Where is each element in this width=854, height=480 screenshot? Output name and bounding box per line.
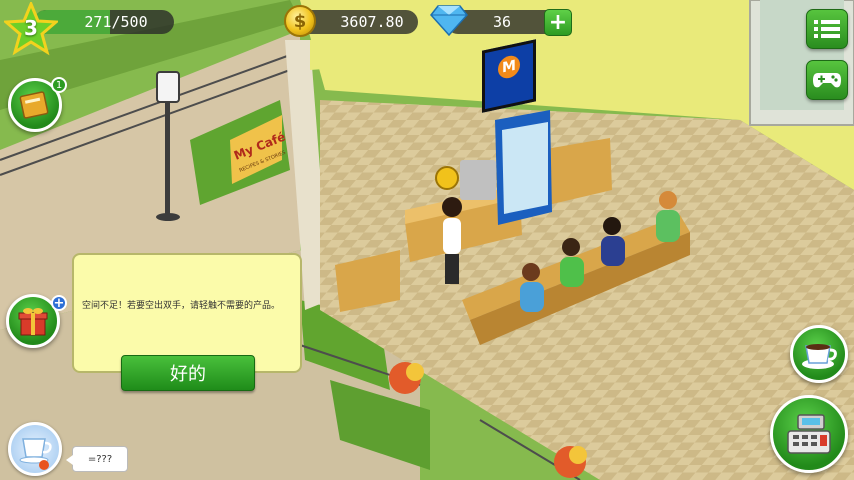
diamond-icon	[430, 5, 468, 36]
book-icon	[19, 91, 49, 119]
level-number: 3	[24, 16, 38, 40]
coffee-machine	[460, 160, 496, 200]
coin-amount: 3607.80	[340, 13, 404, 31]
gem-amount: 36	[492, 13, 512, 31]
dialog-message: 空间不足！若要空出双手，请轻触不需要的产品。	[82, 301, 281, 311]
cash-register-button[interactable]	[770, 395, 848, 473]
tv-screen: M	[482, 39, 536, 113]
chat-bubble[interactable]: =???	[66, 446, 128, 472]
floating-coin	[435, 166, 459, 190]
cafe-scene: My Café RECIPES & STORIES	[0, 0, 854, 480]
coin-icon: $	[284, 5, 316, 37]
barista	[442, 197, 462, 284]
menu-button[interactable]	[806, 9, 848, 49]
hamburger-menu-icon	[814, 20, 840, 38]
cash-register-icon	[787, 414, 831, 454]
add-gems-button[interactable]: +	[544, 9, 572, 36]
quests-badge: 1	[51, 77, 67, 93]
gifts-button[interactable]: +	[6, 294, 67, 348]
gift-icon	[18, 308, 48, 336]
coffee-cup-icon	[802, 344, 837, 369]
games-button[interactable]	[806, 60, 848, 100]
ok-button[interactable]: 好的	[121, 355, 255, 391]
player-avatar[interactable]	[8, 422, 62, 476]
quests-button[interactable]: 1	[8, 77, 67, 132]
coffee-button[interactable]	[790, 325, 848, 383]
gifts-badge: +	[51, 295, 67, 311]
tv-logo: M	[498, 53, 520, 81]
gamepad-icon	[813, 73, 841, 88]
xp-text: 271/500	[84, 13, 148, 31]
teacup-icon	[19, 438, 52, 470]
